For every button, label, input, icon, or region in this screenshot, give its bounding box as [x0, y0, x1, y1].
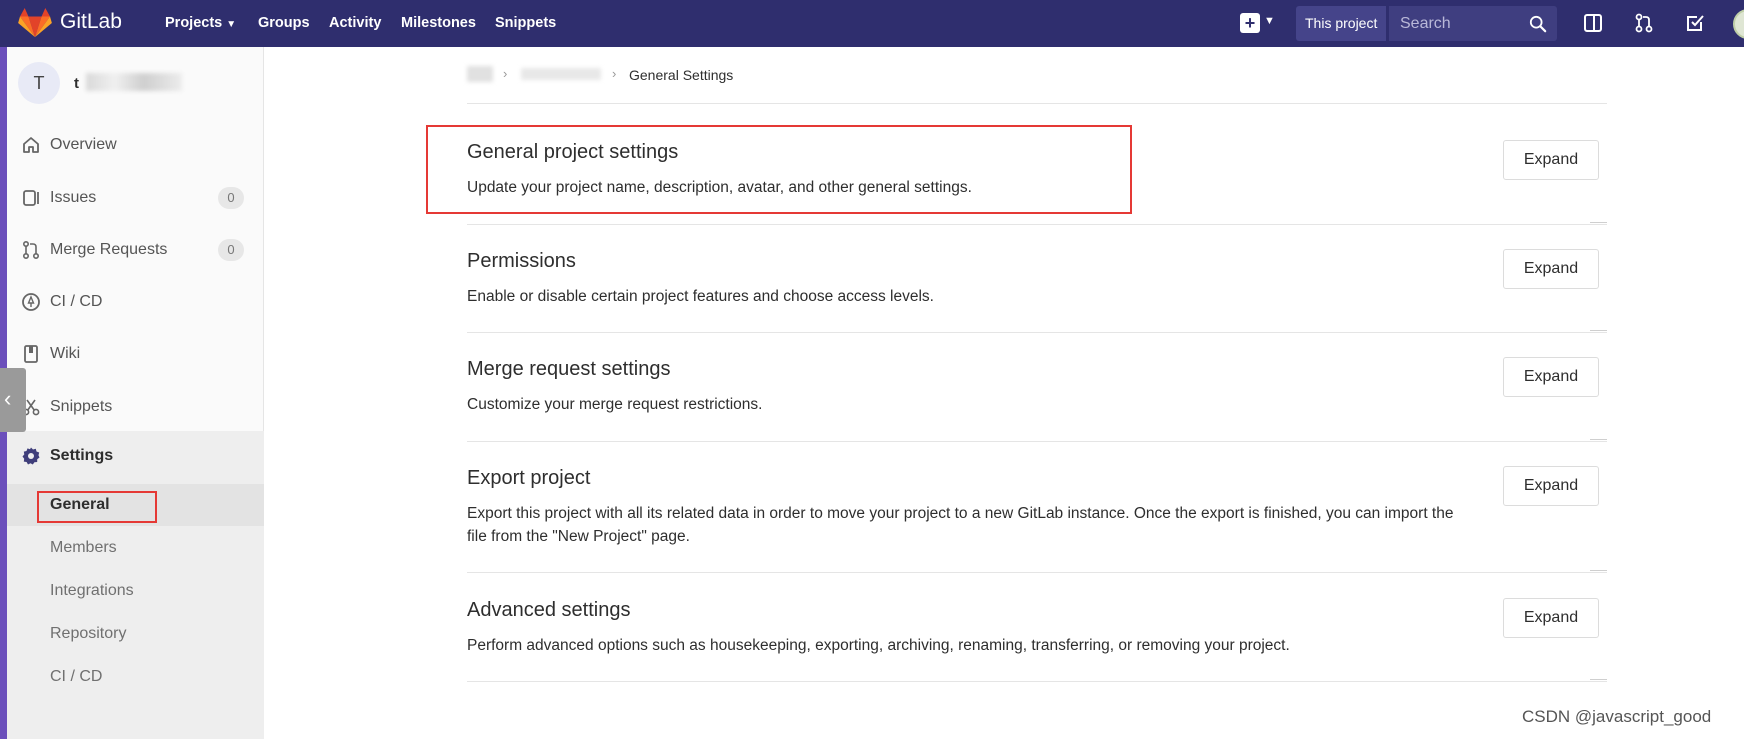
- sidebar-item-issues[interactable]: Issues 0: [0, 178, 264, 218]
- sidebar-subitem-repository[interactable]: Repository: [0, 613, 264, 655]
- divider: [467, 572, 1607, 573]
- plus-square-icon[interactable]: +: [1240, 13, 1260, 33]
- divider: [1590, 222, 1607, 223]
- user-avatar[interactable]: [1733, 9, 1744, 39]
- merge-request-icon[interactable]: [1633, 12, 1655, 34]
- expand-button[interactable]: Expand: [1503, 466, 1599, 506]
- expand-button[interactable]: Expand: [1503, 249, 1599, 289]
- nav-groups[interactable]: Groups: [258, 15, 310, 31]
- search-icon[interactable]: [1529, 15, 1547, 33]
- sidebar-toggle-icon[interactable]: [1582, 12, 1604, 34]
- issues-icon: [23, 190, 39, 206]
- chevron-left-icon: ‹: [4, 386, 12, 411]
- sidebar-subitem-integrations[interactable]: Integrations: [0, 570, 264, 612]
- section-description: Customize your merge request restriction…: [467, 396, 763, 413]
- sidebar-subitem-members[interactable]: Members: [0, 527, 264, 569]
- sidebar-item-label: Overview: [50, 136, 117, 153]
- nav-activity[interactable]: Activity: [329, 15, 381, 31]
- sidebar-item-label: Settings: [50, 447, 114, 464]
- section-title: Export project: [467, 467, 591, 489]
- todo-check-icon[interactable]: [1684, 12, 1706, 34]
- nav-milestones[interactable]: Milestones: [401, 15, 476, 31]
- divider: [467, 224, 1607, 225]
- redacted-project-name: [86, 73, 182, 91]
- divider: [1590, 330, 1607, 331]
- search-scope-label[interactable]: This project: [1296, 6, 1387, 41]
- divider: [467, 103, 1607, 104]
- project-avatar[interactable]: T: [18, 62, 60, 104]
- sidebar-item-label: Snippets: [50, 398, 113, 415]
- sidebar-item-settings[interactable]: Settings: [0, 436, 264, 476]
- search-box[interactable]: [1389, 6, 1557, 41]
- sidebar-settings-section: Settings General Members Integrations Re…: [0, 431, 264, 739]
- divider: [467, 441, 1607, 442]
- section-description: Export this project with all its related…: [467, 505, 1454, 545]
- sidebar-item-ci-cd[interactable]: CI / CD: [0, 282, 264, 322]
- sidebar-subitem-label: Integrations: [50, 582, 134, 599]
- annotation-highlight-general: [37, 491, 157, 523]
- chevron-down-icon[interactable]: ▼: [1264, 15, 1275, 27]
- collapse-sidebar-button[interactable]: ‹: [0, 368, 26, 432]
- section-description: Enable or disable certain project featur…: [467, 288, 934, 305]
- top-navbar: GitLab Projects ▼ Groups Activity Milesto…: [0, 0, 1744, 47]
- divider: [1590, 439, 1607, 440]
- issues-count-badge: 0: [218, 187, 244, 209]
- breadcrumb-current[interactable]: General Settings: [629, 67, 733, 83]
- redacted-breadcrumb-project[interactable]: [521, 68, 601, 80]
- sidebar-item-merge-requests[interactable]: Merge Requests 0: [0, 230, 264, 270]
- sidebar-subitem-ci-cd[interactable]: CI / CD: [0, 656, 264, 698]
- sidebar-item-label: Merge Requests: [50, 241, 168, 258]
- gear-icon: [22, 447, 40, 465]
- sidebar-subitem-label: Members: [50, 539, 117, 556]
- nav-projects[interactable]: Projects ▼: [165, 15, 236, 31]
- chevron-down-icon: ▼: [226, 19, 237, 30]
- divider: [467, 681, 1607, 682]
- sidebar-item-overview[interactable]: Overview: [0, 125, 264, 165]
- watermark: CSDN @javascript_good: [1522, 707, 1712, 726]
- expand-button[interactable]: Expand: [1503, 140, 1599, 180]
- brand-name[interactable]: GitLab: [60, 10, 122, 34]
- merge-requests-count-badge: 0: [218, 239, 244, 261]
- sidebar-item-label: Wiki: [50, 345, 81, 362]
- gitlab-logo-icon[interactable]: [18, 8, 52, 38]
- nav-snippets[interactable]: Snippets: [495, 15, 556, 31]
- merge-request-icon: [22, 240, 40, 260]
- section-description: Perform advanced options such as houseke…: [467, 637, 1290, 654]
- section-title: Permissions: [467, 250, 576, 272]
- sidebar-subitem-label: CI / CD: [50, 668, 103, 685]
- sidebar-item-wiki[interactable]: Wiki: [0, 334, 264, 374]
- rocket-icon: [22, 293, 40, 311]
- chevron-right-icon: ›: [612, 66, 617, 81]
- search-input[interactable]: [1389, 6, 1519, 41]
- project-name[interactable]: t: [74, 75, 79, 92]
- nav-projects-label: Projects: [165, 15, 223, 31]
- sidebar-subitem-label: Repository: [50, 625, 127, 642]
- sidebar-item-label: Issues: [50, 189, 97, 206]
- expand-button[interactable]: Expand: [1503, 357, 1599, 397]
- section-title: Merge request settings: [467, 358, 671, 380]
- sidebar-item-label: CI / CD: [50, 293, 103, 310]
- book-icon: [24, 345, 38, 363]
- divider: [1590, 679, 1607, 680]
- divider: [1590, 570, 1607, 571]
- expand-button[interactable]: Expand: [1503, 598, 1599, 638]
- divider: [467, 332, 1607, 333]
- section-title: Advanced settings: [467, 599, 631, 621]
- redacted-breadcrumb-group[interactable]: [467, 66, 493, 82]
- annotation-highlight-general-project-settings: [426, 125, 1132, 214]
- home-icon: [23, 137, 39, 153]
- sidebar-item-snippets[interactable]: Snippets: [0, 387, 264, 427]
- chevron-right-icon: ›: [503, 66, 508, 81]
